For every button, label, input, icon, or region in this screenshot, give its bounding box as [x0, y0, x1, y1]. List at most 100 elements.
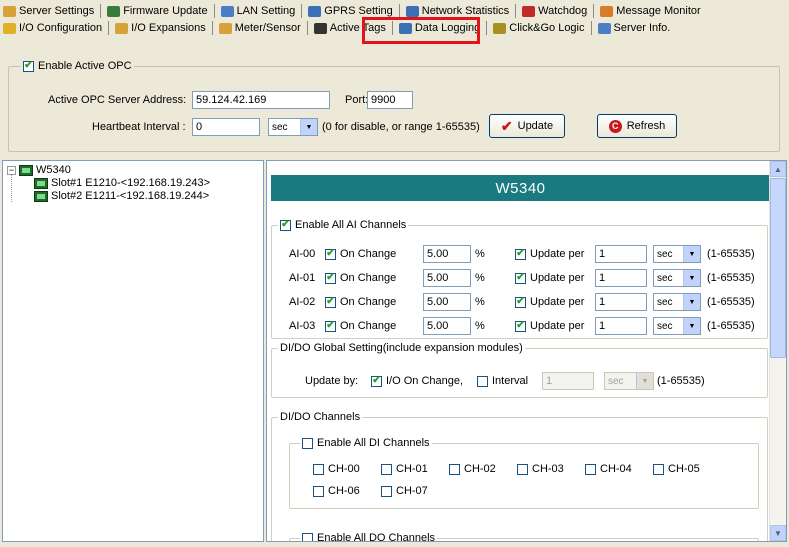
update-button[interactable]: ✔ Update [489, 114, 565, 138]
opc-address-input[interactable] [192, 91, 330, 109]
ai-update-per-checkbox[interactable] [515, 320, 526, 332]
tab-server-info[interactable]: Server Info. [595, 20, 674, 36]
ai-on-change-checkbox[interactable] [325, 272, 336, 284]
ai-interval-input[interactable] [595, 317, 647, 335]
enable-all-ai-checkbox[interactable] [280, 219, 291, 231]
scroll-up-icon[interactable]: ▲ [770, 161, 786, 177]
ai-change-value-input[interactable] [423, 317, 471, 335]
di-channel-checkbox[interactable] [653, 463, 664, 475]
enable-all-do-checkbox[interactable] [302, 532, 313, 541]
di-channel-checkbox[interactable] [381, 485, 392, 497]
tab-lan-setting[interactable]: LAN Setting [218, 3, 299, 19]
tab-message-monitor[interactable]: Message Monitor [597, 3, 703, 19]
di-channel[interactable]: CH-07 [381, 485, 428, 497]
refresh-button-label: Refresh [626, 120, 666, 132]
enable-active-opc[interactable]: Enable Active OPC [21, 60, 134, 72]
dido-channels-label: DI/DO Channels [280, 411, 361, 423]
dido-global-legend: DI/DO Global Setting(include expansion m… [278, 342, 525, 354]
tab-separator [108, 21, 110, 35]
enable-all-di-checkbox[interactable] [302, 437, 313, 449]
tab-server-settings[interactable]: Server Settings [0, 3, 97, 19]
ai-interval-unit-select[interactable]: sec ▼ [653, 317, 701, 335]
ai-channel-name: AI-00 [289, 248, 316, 260]
di-channel-checkbox[interactable] [585, 463, 596, 475]
ai-update-per-option[interactable]: Update per [515, 320, 584, 332]
heartbeat-input[interactable] [192, 118, 260, 136]
di-channel-checkbox[interactable] [313, 463, 324, 475]
ai-on-change-option[interactable]: On Change [325, 248, 396, 260]
scroll-down-icon[interactable]: ▼ [770, 525, 786, 541]
ai-on-change-option[interactable]: On Change [325, 272, 396, 284]
ai-interval-input[interactable] [595, 293, 647, 311]
ai-interval-unit-select[interactable]: sec ▼ [653, 269, 701, 287]
di-channel-checkbox[interactable] [313, 485, 324, 497]
tab-firmware-update[interactable]: Firmware Update [104, 3, 210, 19]
interval-label: Interval [492, 375, 529, 387]
io-on-change-option[interactable]: I/O On Change, [371, 375, 463, 387]
heartbeat-label: Heartbeat Interval : [92, 121, 186, 133]
di-channel-checkbox[interactable] [449, 463, 460, 475]
tree-child-slot2[interactable]: Slot#2 E1211-<192.168.19.244> [34, 190, 209, 202]
global-interval-input[interactable] [542, 372, 594, 390]
ai-change-value-input[interactable] [423, 245, 471, 263]
ai-on-change-checkbox[interactable] [325, 248, 336, 260]
ai-update-per-checkbox[interactable] [515, 296, 526, 308]
tab-label: Server Settings [19, 5, 95, 17]
interval-option[interactable]: Interval [477, 375, 528, 387]
interval-checkbox[interactable] [477, 375, 488, 387]
tab-click-go-logic[interactable]: Click&Go Logic [490, 20, 587, 36]
ai-interval-unit-value: sec [657, 296, 673, 308]
ai-change-value-input[interactable] [423, 293, 471, 311]
di-channel[interactable]: CH-02 [449, 463, 496, 475]
update-button-label: Update [517, 120, 554, 132]
global-interval-unit-value: sec [608, 375, 624, 387]
global-interval-unit-select[interactable]: sec ▼ [604, 372, 654, 390]
ai-on-change-checkbox[interactable] [325, 296, 336, 308]
ai-update-per-option[interactable]: Update per [515, 248, 584, 260]
di-channel[interactable]: CH-04 [585, 463, 632, 475]
di-channel[interactable]: CH-06 [313, 485, 360, 497]
di-channel-checkbox[interactable] [517, 463, 528, 475]
di-channel[interactable]: CH-05 [653, 463, 700, 475]
io-on-change-checkbox[interactable] [371, 375, 382, 387]
ai-update-per-option[interactable]: Update per [515, 296, 584, 308]
scroll-thumb[interactable] [770, 178, 786, 358]
di-channel-checkbox[interactable] [381, 463, 392, 475]
port-label: Port: [345, 94, 369, 106]
tab-io-configuration[interactable]: I/O Configuration [0, 20, 105, 36]
port-input[interactable] [367, 91, 413, 109]
enable-active-opc-checkbox[interactable] [23, 60, 34, 72]
ai-interval-unit-value: sec [657, 248, 673, 260]
ai-update-per-label: Update per [530, 248, 585, 260]
ai-interval-unit-select[interactable]: sec ▼ [653, 293, 701, 311]
ai-update-per-label: Update per [530, 272, 585, 284]
ai-change-value-input[interactable] [423, 269, 471, 287]
ai-on-change-option[interactable]: On Change [325, 320, 396, 332]
ai-on-change-checkbox[interactable] [325, 320, 336, 332]
refresh-button[interactable]: C Refresh [597, 114, 677, 138]
watchdog-icon [522, 5, 536, 17]
ai-update-per-option[interactable]: Update per [515, 272, 584, 284]
tab-io-expansions[interactable]: I/O Expansions [112, 20, 209, 36]
di-channels-group: Enable All DI Channels [289, 437, 759, 509]
enable-all-di[interactable]: Enable All DI Channels [300, 437, 432, 449]
detail-scrollbar[interactable]: ▲ ▼ [769, 161, 786, 541]
tree-root-node[interactable]: − W5340 [7, 164, 71, 176]
di-channel[interactable]: CH-00 [313, 463, 360, 475]
enable-all-ai[interactable]: Enable All AI Channels [278, 219, 409, 231]
enable-all-do[interactable]: Enable All DO Channels [300, 532, 438, 541]
di-channel[interactable]: CH-03 [517, 463, 564, 475]
tab-meter-sensor[interactable]: Meter/Sensor [216, 20, 304, 36]
message-monitor-icon [600, 5, 614, 17]
tree-child-slot1[interactable]: Slot#1 E1210-<192.168.19.243> [34, 177, 210, 189]
heartbeat-unit-select[interactable]: sec ▼ [268, 118, 318, 136]
ai-interval-unit-select[interactable]: sec ▼ [653, 245, 701, 263]
ai-interval-input[interactable] [595, 245, 647, 263]
di-channel[interactable]: CH-01 [381, 463, 428, 475]
ai-interval-input[interactable] [595, 269, 647, 287]
ai-on-change-option[interactable]: On Change [325, 296, 396, 308]
tab-watchdog[interactable]: Watchdog [519, 3, 590, 19]
ai-update-per-checkbox[interactable] [515, 272, 526, 284]
heartbeat-hint: (0 for disable, or range 1-65535) [322, 121, 480, 133]
ai-update-per-checkbox[interactable] [515, 248, 526, 260]
